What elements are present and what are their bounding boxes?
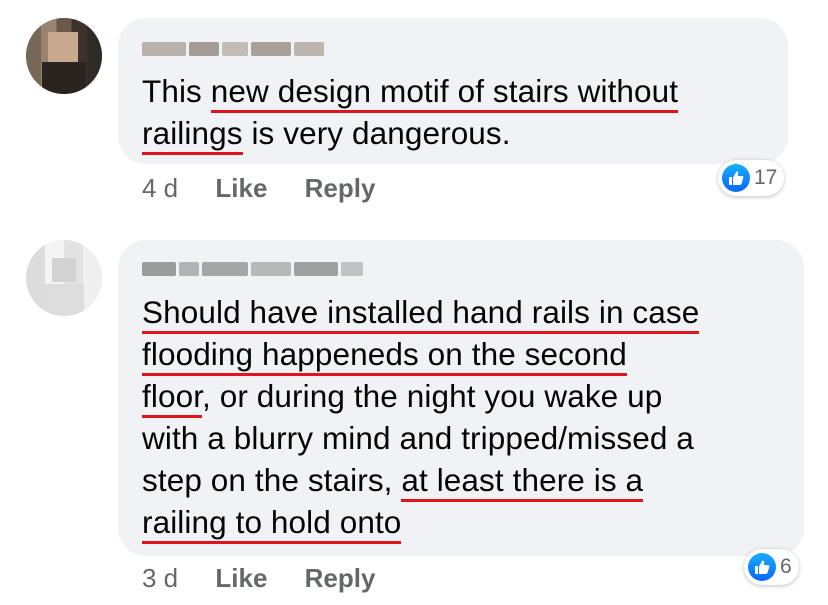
text-segment: , or during the night you wake up (202, 378, 663, 414)
reaction-count: 6 (780, 555, 792, 578)
comment-author[interactable] (142, 258, 363, 280)
comment-text-line: flooding happeneds on the second (142, 333, 699, 376)
comment-text: Should have installed hand rails in case… (142, 291, 700, 544)
underlined-text: railing to hold onto (142, 504, 402, 544)
avatar[interactable] (26, 240, 102, 316)
comment-author[interactable] (142, 38, 324, 60)
text-segment: with a blurry mind and tripped/missed a (142, 420, 694, 456)
comment-text-line: railings is very dangerous. (142, 112, 678, 155)
reaction-summary[interactable]: 17 (718, 160, 785, 196)
comment-text-line: step on the stairs, at least there is a (142, 459, 699, 502)
comment-time[interactable]: 3 d (142, 563, 178, 593)
comment-text: This new design motif of stairs without r… (142, 70, 679, 155)
comment-text-line: floor, or during the night you wake up (142, 375, 699, 418)
text-segment: is very dangerous. (242, 115, 511, 151)
text-segment: This (142, 73, 211, 109)
underlined-text: flooding happeneds on the second (142, 336, 627, 376)
avatar[interactable] (26, 18, 102, 94)
underlined-text: at least there is a (401, 462, 644, 502)
comment-text-line: with a blurry mind and tripped/missed a (142, 417, 699, 459)
like-icon (722, 164, 750, 192)
underlined-text: railings (142, 115, 243, 155)
like-icon (748, 553, 776, 581)
underlined-text: new design motif of stairs without (210, 73, 679, 113)
like-button[interactable]: Like (215, 563, 267, 593)
reply-button[interactable]: Reply (305, 563, 376, 593)
reaction-summary[interactable]: 6 (744, 549, 799, 585)
comment-text-line: railing to hold onto (142, 501, 699, 544)
comment-text-line: This new design motif of stairs without (142, 70, 679, 113)
like-button[interactable]: Like (215, 173, 267, 203)
reply-button[interactable]: Reply (305, 173, 376, 203)
comment-text-line: Should have installed hand rails in case (142, 291, 700, 334)
comment-actions: 3 d Like Reply (142, 563, 375, 594)
text-segment: step on the stairs, (142, 462, 402, 498)
underlined-text: Should have installed hand rails in case (142, 294, 700, 334)
comment-time[interactable]: 4 d (142, 173, 178, 203)
reaction-count: 17 (754, 166, 778, 189)
comment-actions: 4 d Like Reply (142, 173, 375, 204)
underlined-text: floor (142, 378, 203, 418)
